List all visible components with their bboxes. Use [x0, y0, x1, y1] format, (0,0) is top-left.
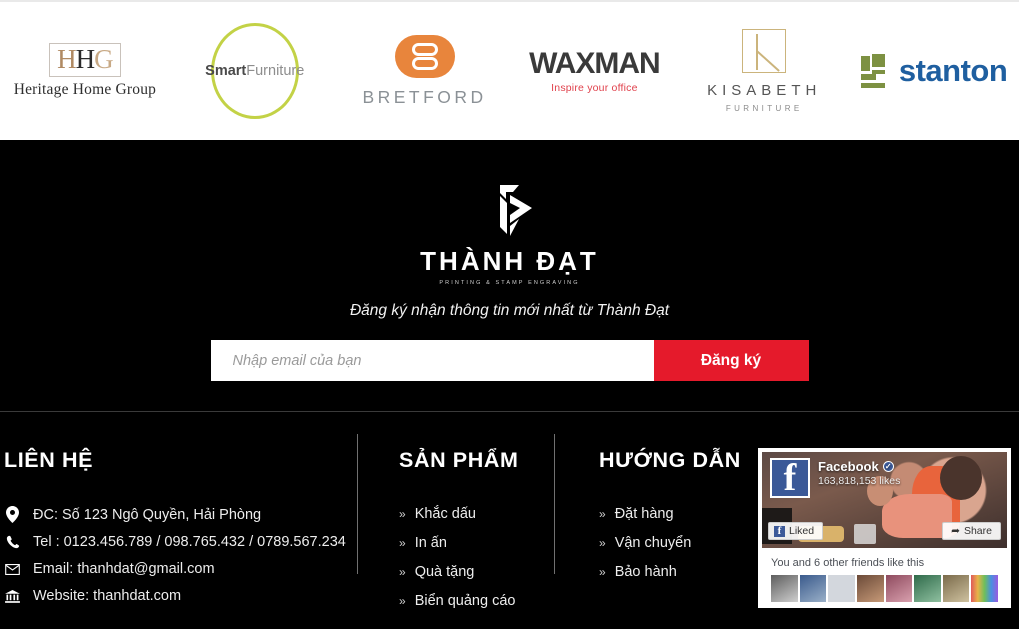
- guide-link-van-chuyen[interactable]: » Vận chuyển: [599, 535, 754, 551]
- contact-address-text: ĐC: Số 123 Ngô Quyền, Hải Phòng: [33, 506, 262, 523]
- brand-logo-bretford[interactable]: BRETFORD: [340, 16, 510, 126]
- contact-email-text: Email: thanhdat@gmail.com: [33, 561, 215, 577]
- facebook-share-label: Share: [963, 525, 992, 537]
- guide-title: HƯỚNG DẪN: [599, 448, 741, 472]
- brand-label-furniture: Furniture: [246, 63, 305, 79]
- guide-link-label: Đặt hàng: [614, 506, 674, 522]
- hhg-monogram: HHG: [49, 42, 121, 78]
- footer-column-products: SẢN PHẨM » Khắc dấu » In ấn » Quà tặng »…: [357, 448, 554, 629]
- chevron-right-icon: »: [599, 565, 606, 579]
- footer-column-social: f Facebook ✓ 163,818,153 likes f Liked ➦…: [754, 448, 1019, 629]
- product-link-bien-quang-cao[interactable]: » Biển quảng cáo: [399, 593, 554, 609]
- product-link-label: Khắc dấu: [414, 506, 476, 522]
- chevron-right-icon: »: [399, 565, 406, 579]
- newsletter-subtitle: Đăng ký nhận thông tin mới nhất từ Thành…: [349, 302, 670, 319]
- footer-columns: LIÊN HỆ ĐC: Số 123 Ngô Quyền, Hải Phòng …: [0, 412, 1019, 629]
- bretford-mark-icon: [394, 34, 455, 78]
- avatar[interactable]: [799, 575, 827, 602]
- contact-phone-text: Tel : 0123.456.789 / 098.765.432 / 0789.…: [33, 534, 346, 550]
- facebook-friend-avatars: [771, 575, 998, 602]
- logo-wordmark: THÀNH ĐẠT: [420, 246, 599, 276]
- hhg-letter-1: H: [57, 43, 76, 74]
- contact-title: LIÊN HỆ: [4, 448, 94, 472]
- contact-row-phone: Tel : 0123.456.789 / 098.765.432 / 0789.…: [4, 534, 357, 550]
- logo-tagline: PRINTING & STAMP ENGRAVING: [439, 280, 580, 286]
- thanh-dat-logo-icon: [499, 185, 532, 236]
- newsletter-section: THÀNH ĐẠT PRINTING & STAMP ENGRAVING Đăn…: [0, 140, 1019, 411]
- verified-badge-icon: ✓: [882, 461, 894, 472]
- avatar[interactable]: [828, 575, 855, 602]
- newsletter-submit-button[interactable]: Đăng ký: [653, 340, 809, 381]
- brand-logo-smart-furniture[interactable]: SmartFurniture: [170, 16, 340, 126]
- facebook-cover-photo: f Facebook ✓ 163,818,153 likes f Liked ➦…: [762, 452, 1007, 548]
- product-link-khac-dau[interactable]: » Khắc dấu: [399, 506, 554, 522]
- site-footer: THÀNH ĐẠT PRINTING & STAMP ENGRAVING Đăn…: [0, 140, 1019, 629]
- chevron-right-icon: »: [599, 507, 606, 521]
- phone-icon: [4, 535, 21, 549]
- avatar[interactable]: [971, 575, 998, 602]
- brand-label-stanton: stanton: [898, 53, 1008, 88]
- facebook-page-plugin[interactable]: f Facebook ✓ 163,818,153 likes f Liked ➦…: [758, 448, 1011, 608]
- contact-row-address: ĐC: Số 123 Ngô Quyền, Hải Phòng: [4, 506, 357, 523]
- brand-label-waxman: WAXMAN: [529, 46, 661, 80]
- newsletter-email-input[interactable]: [210, 340, 654, 381]
- contact-row-email: Email: thanhdat@gmail.com: [4, 561, 357, 577]
- facebook-page-name-wrap: Facebook ✓: [818, 459, 894, 474]
- map-pin-icon: [4, 506, 21, 523]
- avatar[interactable]: [914, 575, 941, 602]
- hhg-letter-2: H: [75, 43, 95, 74]
- facebook-liked-label: Liked: [789, 525, 815, 537]
- envelope-icon: [4, 563, 21, 575]
- avatar[interactable]: [856, 575, 884, 602]
- product-link-qua-tang[interactable]: » Quà tặng: [399, 564, 554, 580]
- guide-link-bao-hanh[interactable]: » Bảo hành: [599, 564, 754, 580]
- brand-label-kisabeth: KISABETH: [707, 82, 822, 99]
- newsletter-form: Đăng ký: [210, 340, 809, 381]
- stanton-mark-icon: [860, 54, 895, 88]
- brand-logo-stanton[interactable]: stanton: [849, 16, 1019, 126]
- contact-website-text: Website: thanhdat.com: [33, 588, 182, 604]
- brand-label-bretford: BRETFORD: [362, 86, 487, 107]
- chevron-right-icon: »: [399, 507, 406, 521]
- brand-tagline-waxman: Inspire your office: [551, 81, 638, 94]
- brand-logo-kisabeth[interactable]: KISABETH FURNITURE: [679, 16, 849, 126]
- facebook-liked-button[interactable]: f Liked: [768, 522, 824, 540]
- footer-column-guide: HƯỚNG DẪN » Đặt hàng » Vận chuyển » Bảo …: [554, 448, 754, 629]
- product-link-label: In ấn: [414, 535, 447, 551]
- brand-logo-heritage-home-group[interactable]: HHG Heritage Home Group: [0, 16, 170, 126]
- guide-link-dat-hang[interactable]: » Đặt hàng: [599, 506, 754, 522]
- facebook-social-context: You and 6 other friends like this: [762, 548, 1007, 602]
- product-link-label: Biển quảng cáo: [414, 593, 516, 609]
- bank-icon: [4, 589, 21, 603]
- contact-row-website: Website: thanhdat.com: [4, 588, 357, 604]
- chevron-right-icon: »: [399, 594, 406, 608]
- chevron-right-icon: »: [399, 536, 406, 550]
- partner-logo-strip: HHG Heritage Home Group SmartFurniture B…: [0, 0, 1019, 140]
- brand-label-heritage: Heritage Home Group: [13, 81, 157, 99]
- brand-label-smart: Smart: [205, 63, 247, 79]
- facebook-like-count: 163,818,153 likes: [818, 475, 901, 487]
- brand-logo-waxman[interactable]: WAXMAN Inspire your office: [509, 16, 679, 126]
- guide-link-label: Bảo hành: [614, 564, 677, 580]
- kisabeth-mark-icon: [742, 29, 787, 73]
- facebook-page-name: Facebook: [818, 459, 879, 474]
- avatar[interactable]: [885, 575, 913, 602]
- products-title: SẢN PHẨM: [399, 448, 519, 472]
- facebook-logo-icon: f: [770, 458, 810, 498]
- product-link-label: Quà tặng: [414, 564, 475, 580]
- facebook-share-button[interactable]: ➦ Share: [942, 522, 1001, 540]
- footer-column-contact: LIÊN HỆ ĐC: Số 123 Ngô Quyền, Hải Phòng …: [0, 448, 357, 629]
- chevron-right-icon: »: [599, 536, 606, 550]
- guide-link-label: Vận chuyển: [614, 535, 692, 551]
- product-link-in-an[interactable]: » In ấn: [399, 535, 554, 551]
- brand-sublabel-kisabeth: FURNITURE: [725, 104, 803, 113]
- share-arrow-icon: ➦: [951, 525, 960, 537]
- hhg-letter-3: G: [94, 43, 113, 74]
- avatar[interactable]: [942, 575, 970, 602]
- facebook-f-icon: f: [774, 525, 785, 537]
- facebook-friends-text: You and 6 other friends like this: [771, 557, 925, 569]
- avatar[interactable]: [771, 575, 798, 602]
